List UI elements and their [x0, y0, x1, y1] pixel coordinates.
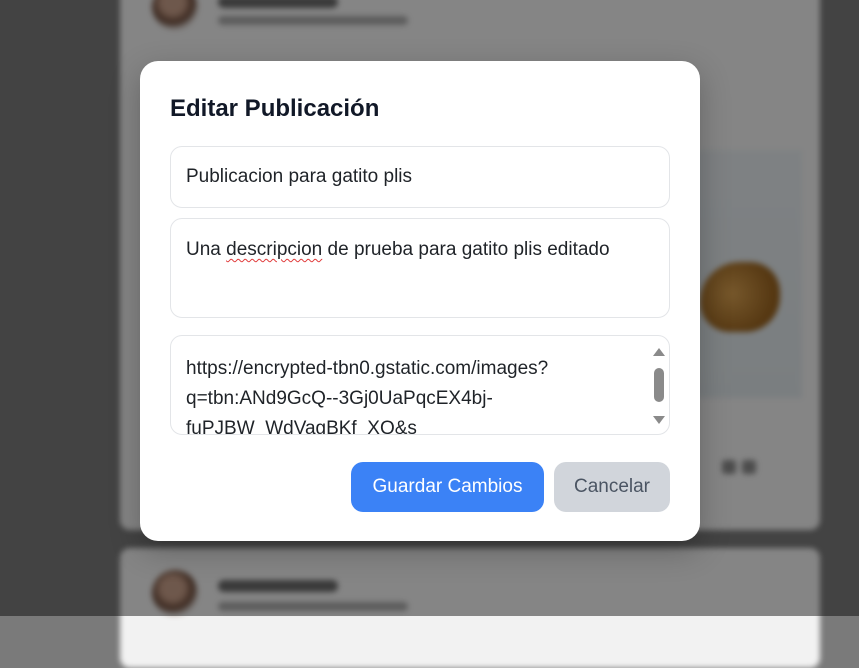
scroll-up-arrow-icon[interactable]: [653, 348, 665, 356]
cancel-button[interactable]: Cancelar: [554, 462, 670, 512]
image-url-line: q=tbn:ANd9GcQ--3Gj0UaPqcEX4bj-: [186, 388, 493, 409]
modal-title: Editar Publicación: [170, 95, 380, 122]
scroll-down-arrow-icon[interactable]: [653, 416, 665, 424]
post-description-textarea[interactable]: Una descripcion de prueba para gatito pl…: [170, 218, 670, 318]
textarea-scrollbar[interactable]: [651, 344, 667, 428]
post-title-input[interactable]: Publicacion para gatito plis: [170, 146, 670, 208]
image-url-textarea[interactable]: https://encrypted-tbn0.gstatic.com/image…: [170, 335, 670, 435]
scrollbar-thumb[interactable]: [654, 368, 664, 402]
edit-post-modal: Editar Publicación Publicacion para gati…: [140, 61, 700, 541]
image-url-line: https://encrypted-tbn0.gstatic.com/image…: [186, 358, 549, 379]
misspelled-word: descripcion: [226, 239, 323, 260]
image-url-line: fuPJBW_WdVagBKf_XQ&s: [186, 418, 417, 435]
save-changes-button[interactable]: Guardar Cambios: [351, 462, 544, 512]
description-text-start: Una: [186, 239, 227, 260]
description-text-end: de prueba para gatito plis editado: [322, 239, 610, 260]
